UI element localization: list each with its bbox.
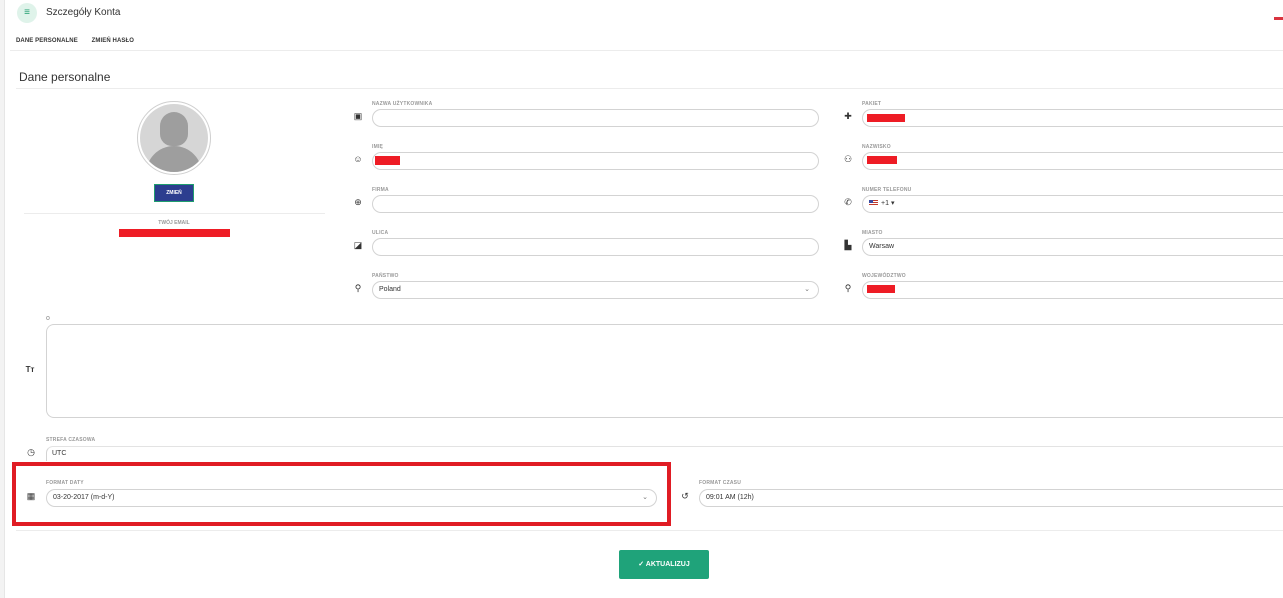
package-label: PAKIET	[862, 101, 882, 107]
change-avatar-button[interactable]: ZMIEŃ	[154, 184, 194, 202]
text-size-icon: Tт	[25, 365, 35, 374]
flag-pl-icon[interactable]	[1274, 11, 1283, 20]
dial-code: +1	[881, 200, 889, 207]
company-label: FIRMA	[372, 187, 389, 193]
country-select[interactable]: Poland ⌄	[372, 281, 819, 299]
first-name-label: IMIĘ	[372, 144, 384, 150]
province-redacted	[867, 285, 895, 293]
section-title: Dane personalne	[19, 70, 111, 84]
chevron-down-icon: ⌄	[804, 286, 810, 293]
update-button[interactable]: ✓ AKTUALIZUJ	[619, 550, 709, 579]
user-tag-icon: ⚇	[843, 154, 853, 164]
divider	[16, 88, 1283, 89]
street-field[interactable]	[372, 238, 819, 256]
phone-label: NUMER TELEFONU	[862, 187, 912, 193]
time-format-select[interactable]: 09:01 AM (12h)	[699, 489, 1283, 507]
package-redacted	[867, 114, 905, 122]
last-name-field[interactable]	[862, 152, 1283, 170]
username-field[interactable]	[372, 109, 819, 127]
update-button-label: AKTUALIZUJ	[645, 561, 690, 568]
city-field[interactable]: Warsaw	[862, 238, 1283, 256]
timezone-label: STREFA CZASOWA	[46, 437, 96, 443]
email-redacted	[119, 229, 230, 237]
clock-icon: ◷	[27, 447, 35, 457]
street-label: ULICA	[372, 230, 389, 236]
last-name-label: NAZWISKO	[862, 144, 891, 150]
puzzle-icon: ✚	[844, 111, 852, 121]
divider	[16, 530, 1283, 531]
city-icon: ▙	[844, 240, 852, 250]
country-value: Poland	[379, 286, 401, 293]
last-name-redacted	[867, 156, 897, 164]
tab-personal-data[interactable]: DANE PERSONALNE	[16, 38, 78, 44]
left-edge-strip	[0, 0, 5, 598]
tab-change-password[interactable]: ZMIEŃ HASŁO	[92, 38, 134, 44]
tab-bar: DANE PERSONALNE ZMIEŃ HASŁO	[16, 38, 146, 44]
divider	[24, 213, 325, 214]
flag-us-icon	[869, 200, 878, 207]
history-icon: ↺	[681, 491, 689, 501]
id-card-icon: ▣	[353, 111, 363, 121]
country-code-selector[interactable]: +1 ▾	[869, 200, 894, 207]
hamburger-icon[interactable]: ≡	[17, 3, 37, 23]
username-label: NAZWA UŻYTKOWNIKA	[372, 101, 433, 107]
first-name-redacted	[375, 156, 400, 165]
face-icon: ☺	[353, 154, 363, 164]
location-pin-icon: ⚲	[354, 283, 362, 293]
phone-icon: ✆	[844, 197, 852, 207]
divider	[10, 50, 1283, 51]
city-label: MIASTO	[862, 230, 883, 236]
avatar	[137, 101, 211, 175]
country-label: PAŃSTWO	[372, 273, 399, 279]
highlight-box	[12, 462, 671, 526]
about-textarea[interactable]	[46, 324, 1283, 418]
about-label: O	[46, 316, 51, 322]
province-label: WOJEWÓDZTWO	[862, 273, 906, 279]
timezone-select[interactable]: UTC	[46, 446, 1283, 461]
check-icon: ✓	[638, 561, 645, 568]
package-field[interactable]	[862, 109, 1283, 127]
company-field[interactable]	[372, 195, 819, 213]
pin-outline-icon: ⚲	[844, 283, 852, 293]
first-name-field[interactable]	[372, 152, 819, 170]
time-format-label: FORMAT CZASU	[699, 480, 742, 486]
phone-field[interactable]: +1 ▾	[862, 195, 1283, 213]
email-label: TWÓJ EMAIL	[158, 220, 190, 226]
chevron-down-icon: ▾	[890, 200, 895, 207]
page-title: Szczegóły Konta	[46, 7, 121, 18]
map-icon: ◪	[353, 240, 363, 250]
province-field[interactable]	[862, 281, 1283, 299]
time-format-value: 09:01 AM (12h)	[706, 494, 754, 501]
globe-icon: ⊕	[354, 197, 362, 207]
